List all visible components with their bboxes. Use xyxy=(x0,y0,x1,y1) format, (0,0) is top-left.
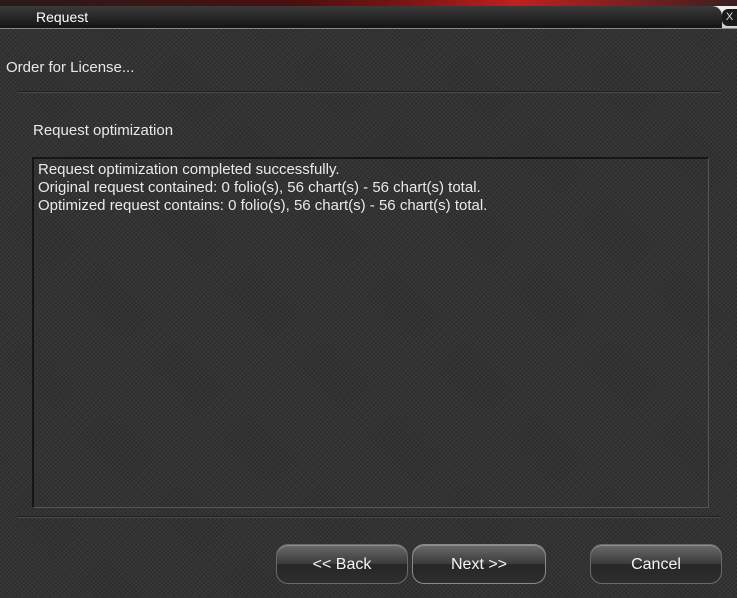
top-separator xyxy=(18,91,721,93)
title-bar[interactable]: Request X xyxy=(0,6,737,29)
request-dialog: Request X Order for License... Request o… xyxy=(0,6,737,598)
log-line: Optimized request contains: 0 folio(s), … xyxy=(38,197,488,214)
close-button[interactable]: X xyxy=(722,9,737,26)
bottom-separator xyxy=(18,516,721,518)
wizard-step-title: Order for License... xyxy=(6,59,135,76)
optimization-log-box[interactable]: Request optimization completed successfu… xyxy=(32,157,709,508)
log-line: Request optimization completed successfu… xyxy=(38,161,340,178)
title-bar-caption-area: Request xyxy=(0,6,722,28)
back-button[interactable]: << Back xyxy=(276,544,408,584)
next-button[interactable]: Next >> xyxy=(412,544,546,584)
window-title: Request xyxy=(36,9,89,25)
cancel-button[interactable]: Cancel xyxy=(590,544,722,584)
log-line: Original request contained: 0 folio(s), … xyxy=(38,179,481,196)
section-label: Request optimization xyxy=(33,122,174,139)
